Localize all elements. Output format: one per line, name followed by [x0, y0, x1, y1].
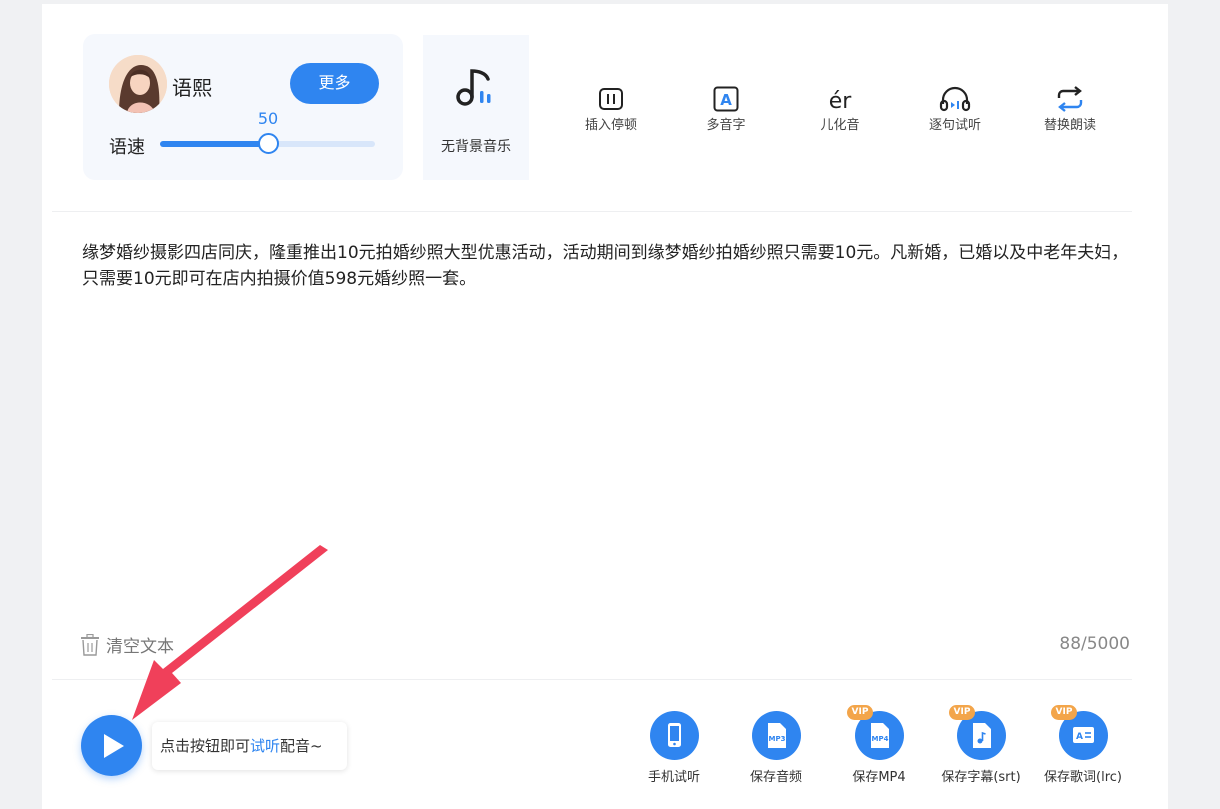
vip-badge: VIP: [846, 705, 874, 720]
save-circle: [649, 711, 699, 760]
text-editor[interactable]: 缘梦婚纱摄影四店同庆，隆重推出10元拍婚纱照大型优惠活动，活动期间到缘梦婚纱拍婚…: [82, 240, 1132, 292]
save-circle: VIP: [948, 705, 1006, 760]
phone-preview-button[interactable]: 手机试听: [619, 711, 729, 785]
trash-icon: [81, 633, 99, 656]
tool-label: 逐句试听: [928, 118, 981, 133]
vip-badge: VIP: [1050, 705, 1078, 720]
play-tip-text: 点击按钮即可: [160, 737, 251, 755]
background-music-label: 无背景音乐: [441, 139, 511, 155]
save-circle: VIP A: [1050, 705, 1108, 760]
save-label: 保存歌词(lrc): [1044, 770, 1122, 785]
speed-slider[interactable]: [160, 133, 375, 154]
play-tip-suffix: 配音~: [280, 737, 323, 755]
save-label: 保存音频: [749, 770, 802, 785]
tool-replace-reading[interactable]: 替换朗读: [1020, 86, 1120, 133]
play-icon: [104, 734, 124, 758]
svg-text:ér: ér: [829, 89, 853, 112]
phone-icon: [667, 723, 681, 747]
character-count: 88/5000: [1059, 634, 1130, 654]
save-circle: VIP MP4: [846, 705, 904, 760]
save-circle: MP3: [751, 711, 801, 760]
svg-text:A: A: [1076, 732, 1083, 742]
save-label: 手机试听: [647, 770, 700, 785]
tool-sentence-preview[interactable]: 逐句试听: [905, 86, 1005, 133]
svg-text:MP3: MP3: [768, 735, 785, 743]
speed-slider-knob[interactable]: [258, 133, 279, 154]
vip-badge: VIP: [948, 705, 976, 720]
replace-loop-icon: [1057, 86, 1083, 112]
save-subtitle-button[interactable]: VIP 保存字幕(srt): [926, 705, 1036, 785]
polyphone-icon: A: [713, 86, 739, 112]
tool-label: 多音字: [706, 118, 746, 133]
save-label: 保存字幕(srt): [941, 770, 1021, 785]
svg-text:A: A: [720, 91, 732, 109]
save-label: 保存MP4: [852, 770, 906, 785]
music-note-icon: [456, 69, 491, 106]
more-voices-button[interactable]: 更多: [290, 63, 379, 104]
tool-label: 插入停顿: [584, 118, 637, 133]
save-lyrics-button[interactable]: VIP A 保存歌词(lrc): [1028, 705, 1138, 785]
subtitle-file-icon: [972, 723, 991, 748]
tool-polyphone[interactable]: A 多音字: [676, 86, 776, 133]
voice-card: 语熙 更多 语速 50: [83, 34, 403, 180]
save-audio-button[interactable]: MP3 保存音频: [721, 711, 831, 785]
divider: [52, 211, 1132, 212]
speed-label: 语速: [109, 137, 145, 158]
svg-text:MP4: MP4: [871, 735, 888, 743]
tool-label: 替换朗读: [1043, 118, 1096, 133]
lyrics-file-icon: A: [1072, 727, 1094, 743]
mp3-file-icon: MP3: [767, 723, 786, 748]
voice-name: 语熙: [172, 76, 212, 100]
voice-avatar[interactable]: [109, 55, 167, 113]
headphones-icon: [939, 86, 971, 112]
erhua-icon: ér: [829, 89, 853, 112]
annotation-arrow: [132, 545, 328, 720]
tool-label: 儿化音: [820, 118, 860, 133]
tool-insert-pause[interactable]: 插入停顿: [561, 86, 661, 133]
tool-erhua[interactable]: ér 儿化音: [790, 86, 890, 133]
background-music-button[interactable]: 无背景音乐: [423, 35, 529, 180]
speed-slider-fill: [160, 141, 268, 147]
pause-insert-icon: [599, 88, 623, 110]
play-tip-highlight: 试听: [250, 737, 281, 755]
speed-value: 50: [257, 109, 279, 128]
mp4-file-icon: MP4: [870, 723, 889, 748]
save-mp4-button[interactable]: VIP MP4 保存MP4: [824, 705, 934, 785]
